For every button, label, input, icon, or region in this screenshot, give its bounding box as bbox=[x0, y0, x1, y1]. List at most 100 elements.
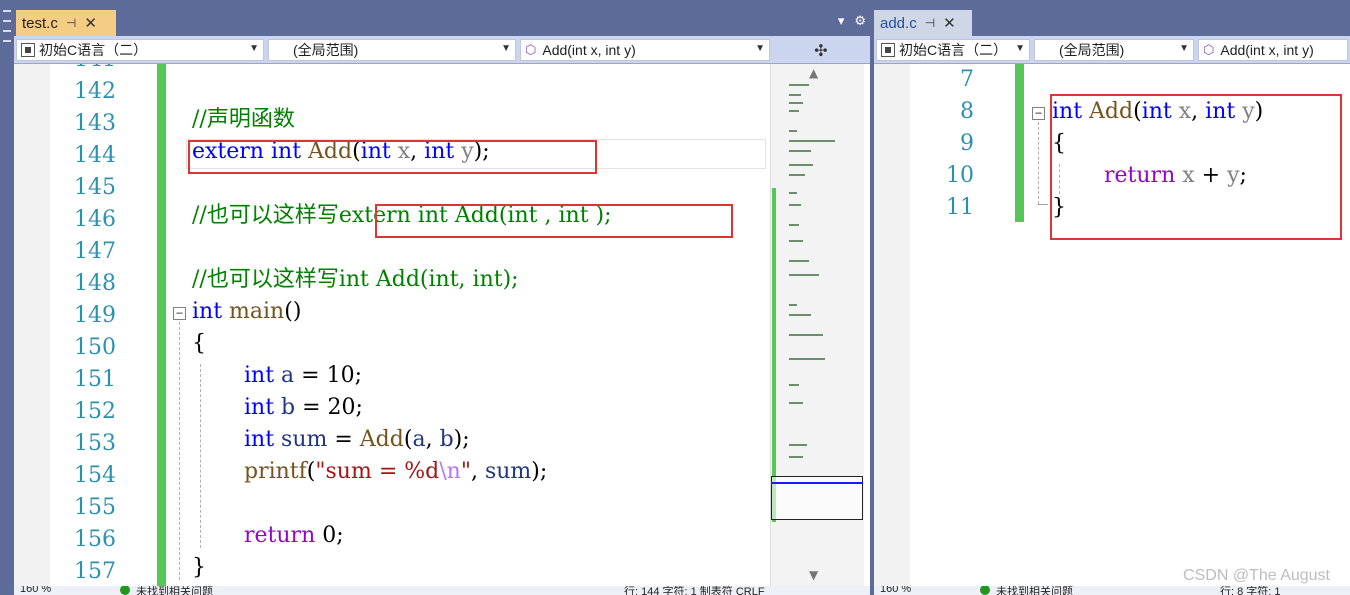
close-icon[interactable]: ✕ bbox=[84, 14, 97, 32]
line-number: 151 bbox=[74, 367, 116, 392]
code-line-149: int main() bbox=[192, 299, 302, 324]
gear-icon[interactable]: ⚙ bbox=[854, 14, 866, 29]
line-number: 147 bbox=[74, 239, 116, 264]
zoom-level[interactable]: 160 % bbox=[20, 586, 51, 595]
outline-guide bbox=[179, 322, 180, 580]
line-number: 146 bbox=[74, 207, 116, 232]
tab-dropdown-icon[interactable]: ▾ bbox=[838, 14, 845, 29]
line-number: 154 bbox=[74, 463, 116, 488]
minimap-line bbox=[789, 192, 797, 194]
line-number: 7 bbox=[960, 67, 974, 92]
member-label: Add(int x, int y) bbox=[1220, 42, 1314, 58]
scope-label: (全局范围) bbox=[1059, 42, 1125, 58]
status-ok-icon bbox=[120, 586, 130, 595]
status-bar: 160 % 未找到相关问题 行: 8 字符: 1 bbox=[874, 586, 1350, 595]
toolstrip-mark[interactable] bbox=[3, 30, 11, 32]
code-line-148: //也可以这样写int Add(int, int); bbox=[192, 267, 519, 292]
code-minimap[interactable]: ▲ ▼ bbox=[770, 64, 864, 586]
code-line-157: } bbox=[192, 555, 206, 580]
minimap-line bbox=[789, 164, 813, 166]
line-number: 152 bbox=[74, 399, 116, 424]
line-number: 155 bbox=[74, 495, 116, 520]
line-number: 148 bbox=[74, 271, 116, 296]
zoom-level[interactable]: 160 % bbox=[880, 586, 911, 595]
navigation-bar: 初始C语言（二） ▼ (全局范围) ▼ ⬡ Add(int x, int y) … bbox=[14, 36, 870, 64]
scope-dropdown[interactable]: (全局范围) ▼ bbox=[268, 39, 516, 61]
outline-guide bbox=[1038, 122, 1039, 204]
scroll-up-icon[interactable]: ▲ bbox=[809, 66, 818, 80]
navigation-bar: 初始C语言（二） ▼ (全局范围) ▼ ⬡ Add(int x, int y) bbox=[874, 36, 1350, 64]
minimap-line bbox=[789, 102, 803, 104]
tab-add-c[interactable]: add.c ⊣ ✕ bbox=[874, 10, 972, 36]
highlight-box-add-definition bbox=[1050, 94, 1342, 240]
minimap-change-bar bbox=[772, 188, 776, 522]
line-number: 9 bbox=[960, 131, 974, 156]
outline-guide-end bbox=[1038, 204, 1048, 205]
line-number: 149 bbox=[74, 303, 116, 328]
tab-bar: add.c ⊣ ✕ bbox=[874, 0, 1350, 36]
split-window-button[interactable]: ✣ bbox=[776, 39, 866, 61]
chevron-down-icon: ▼ bbox=[755, 43, 765, 54]
project-icon bbox=[881, 43, 895, 57]
minimap-line bbox=[789, 444, 807, 446]
minimap-line bbox=[789, 314, 811, 316]
scroll-down-icon[interactable]: ▼ bbox=[809, 568, 818, 582]
cursor-position: 行: 144 字符: 1 制表符 CRLF bbox=[624, 586, 765, 595]
member-dropdown[interactable]: ⬡ Add(int x, int y) bbox=[1198, 39, 1348, 61]
minimap-line bbox=[789, 130, 797, 132]
minimap-line bbox=[789, 456, 803, 458]
code-line-152: int b = 20; bbox=[244, 395, 363, 420]
issues-status[interactable]: 未找到相关问题 bbox=[996, 586, 1073, 595]
collapse-icon[interactable]: − bbox=[173, 307, 186, 320]
minimap-line bbox=[789, 334, 823, 336]
project-dropdown[interactable]: 初始C语言（二） ▼ bbox=[16, 39, 264, 61]
chevron-down-icon: ▼ bbox=[249, 43, 259, 54]
line-number: 143 bbox=[74, 111, 116, 136]
function-cube-icon: ⬡ bbox=[525, 42, 537, 57]
pin-icon[interactable]: ⊣ bbox=[925, 16, 935, 30]
scope-label: (全局范围) bbox=[293, 42, 359, 58]
minimap-line bbox=[789, 84, 809, 86]
line-number: 142 bbox=[74, 79, 116, 104]
toolstrip-mark[interactable] bbox=[3, 10, 11, 12]
line-number: 156 bbox=[74, 527, 116, 552]
toolstrip-mark[interactable] bbox=[3, 40, 11, 42]
tab-test-c[interactable]: test.c ⊣ ✕ bbox=[16, 10, 116, 36]
minimap-line bbox=[789, 110, 799, 112]
line-number: 141 bbox=[54, 64, 116, 72]
collapse-icon[interactable]: − bbox=[1032, 107, 1045, 120]
scope-dropdown[interactable]: (全局范围) ▼ bbox=[1034, 39, 1194, 61]
line-number: 8 bbox=[960, 99, 974, 124]
line-number: 11 bbox=[946, 195, 974, 220]
code-line-156: return 0; bbox=[244, 523, 344, 548]
code-line-154: printf("sum = %d\n", sum); bbox=[244, 459, 548, 484]
code-editor[interactable]: 7 8 9 10 11 − int Add(int x, int y) { re… bbox=[874, 64, 1350, 586]
minimap-caret-position bbox=[771, 482, 863, 484]
pin-icon[interactable]: ⊣ bbox=[66, 16, 76, 30]
side-toolstrip bbox=[0, 0, 14, 595]
issues-status[interactable]: 未找到相关问题 bbox=[136, 586, 213, 595]
minimap-line bbox=[789, 240, 803, 242]
status-bar: 160 % 未找到相关问题 行: 144 字符: 1 制表符 CRLF bbox=[14, 586, 870, 595]
member-dropdown[interactable]: ⬡ Add(int x, int y) ▼ bbox=[520, 39, 770, 61]
member-label: Add(int x, int y) bbox=[542, 42, 636, 58]
line-number: 144 bbox=[74, 143, 116, 168]
line-number: 157 bbox=[74, 559, 116, 584]
minimap-line bbox=[789, 204, 801, 206]
close-icon[interactable]: ✕ bbox=[943, 14, 956, 32]
line-number: 153 bbox=[74, 431, 116, 456]
project-dropdown[interactable]: 初始C语言（二） ▼ bbox=[876, 39, 1030, 61]
toolstrip-mark[interactable] bbox=[3, 20, 11, 22]
code-editor[interactable]: 141 142 143 144 145 146 147 148 149 150 … bbox=[14, 64, 870, 586]
chevron-down-icon: ▼ bbox=[1015, 43, 1025, 54]
tab-bar: test.c ⊣ ✕ ▾ ⚙ bbox=[14, 0, 870, 36]
tab-title: add.c bbox=[880, 14, 917, 32]
status-ok-icon bbox=[980, 586, 990, 595]
minimap-line bbox=[789, 140, 835, 142]
minimap-line bbox=[789, 260, 809, 262]
project-label: 初始C语言（二） bbox=[899, 42, 1008, 58]
minimap-line bbox=[789, 274, 819, 276]
indent-guide bbox=[200, 364, 201, 548]
gutter-margin bbox=[874, 64, 910, 586]
cursor-position: 行: 8 字符: 1 bbox=[1220, 586, 1281, 595]
